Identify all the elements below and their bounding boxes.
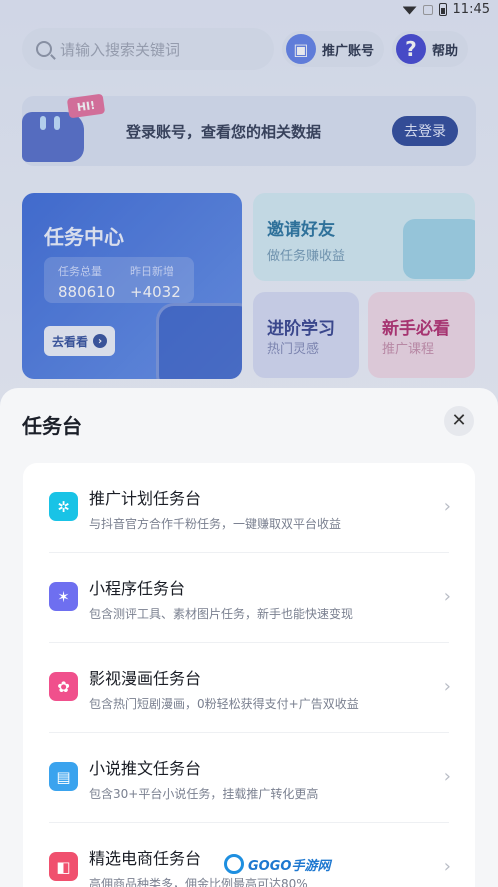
item-name: 精选电商任务台 — [89, 849, 202, 868]
task-desk-list: ✲ 推广计划任务台 与抖音官方合作千粉任务，一键赚取双平台收益 › ✶ 小程序任… — [23, 463, 475, 887]
item-desc: 与抖音官方合作千粉任务，一键赚取双平台收益 — [89, 517, 342, 531]
watermark-logo: GOGO手游网 — [224, 854, 330, 874]
list-item-mini-program[interactable]: ✶ 小程序任务台 包含测评工具、素材图片任务，新手也能快速变现 › — [23, 553, 475, 643]
film-reel-icon: ✿ — [49, 672, 78, 701]
shopping-bag-icon: ◧ — [49, 852, 78, 881]
sheet-title: 任务台 — [22, 414, 82, 438]
chevron-right-icon: › — [443, 586, 451, 607]
item-name: 小说推文任务台 — [89, 759, 202, 778]
close-button[interactable]: ✕ — [444, 406, 474, 436]
watermark-text: GOGO手游网 — [248, 858, 331, 874]
chevron-right-icon: › — [443, 856, 451, 877]
item-desc: 包含热门短剧漫画，0粉轻松获得支付+广告双收益 — [89, 697, 359, 711]
close-icon: ✕ — [451, 410, 467, 431]
chevron-right-icon: › — [443, 496, 451, 517]
item-name: 影视漫画任务台 — [89, 669, 202, 688]
miniprogram-icon: ✶ — [49, 582, 78, 611]
list-item-promo-plan[interactable]: ✲ 推广计划任务台 与抖音官方合作千粉任务，一键赚取双平台收益 › — [23, 463, 475, 553]
list-item-film-comic[interactable]: ✿ 影视漫画任务台 包含热门短剧漫画，0粉轻松获得支付+广告双收益 › — [23, 643, 475, 733]
chevron-right-icon: › — [443, 676, 451, 697]
item-desc: 高佣商品种类多，佣金比例最高可达80% — [89, 877, 308, 887]
watermark-logo-icon — [224, 854, 244, 874]
chevron-right-icon: › — [443, 766, 451, 787]
item-name: 小程序任务台 — [89, 579, 186, 598]
item-desc: 包含30+平台小说任务，挂载推广转化更高 — [89, 787, 319, 801]
list-item-novel[interactable]: ▤ 小说推文任务台 包含30+平台小说任务，挂载推广转化更高 › — [23, 733, 475, 823]
sparkle-icon: ✲ — [49, 492, 78, 521]
book-icon: ▤ — [49, 762, 78, 791]
item-desc: 包含测评工具、素材图片任务，新手也能快速变现 — [89, 607, 354, 621]
item-name: 推广计划任务台 — [89, 489, 202, 508]
task-desk-sheet: 任务台 ✕ ✲ 推广计划任务台 与抖音官方合作千粉任务，一键赚取双平台收益 › … — [0, 388, 498, 887]
